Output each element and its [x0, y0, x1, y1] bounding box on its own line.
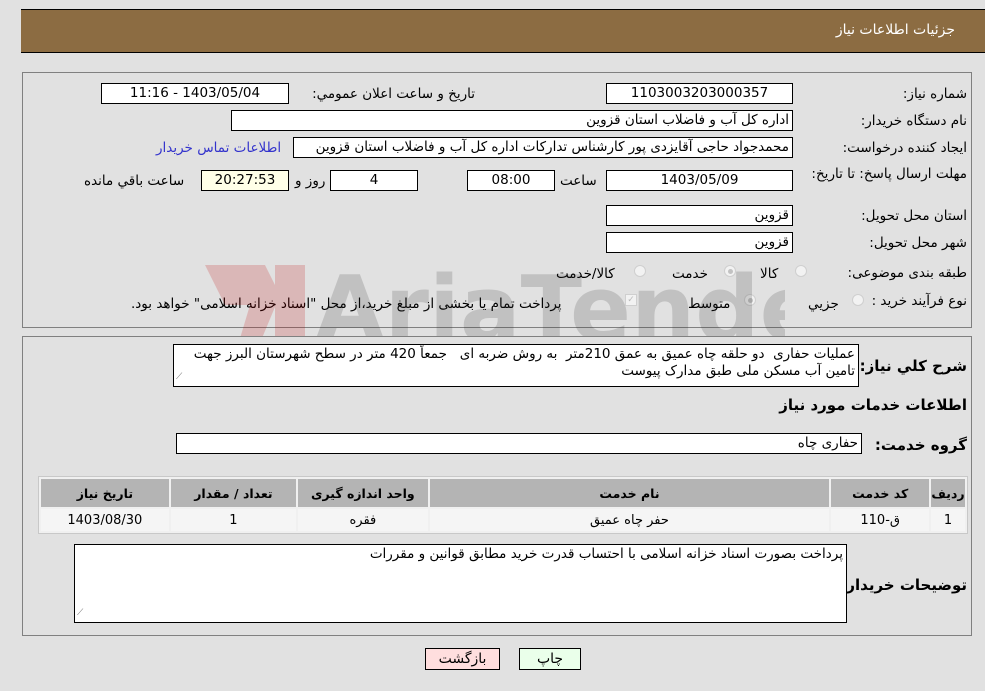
- cell-row-number: 1: [931, 509, 965, 531]
- col-unit: واحد اندازه گیری: [298, 479, 428, 507]
- deadline-label: مهلت ارسال پاسخ: تا تاریخ:: [811, 166, 967, 182]
- category-radio-goods[interactable]: [795, 265, 807, 277]
- deadline-date-field: 1403/05/09: [606, 170, 793, 191]
- purchase-type-label: نوع فرآیند خرید :: [871, 293, 967, 309]
- cell-quantity: 1: [170, 509, 297, 531]
- purchase-radio-medium[interactable]: [744, 294, 756, 306]
- creator-label: ایجاد کننده درخواست:: [842, 140, 967, 156]
- province-field: قزوین: [606, 205, 793, 226]
- back-button[interactable]: بازگشت: [425, 648, 500, 670]
- deadline-time-field: 08:00: [467, 170, 555, 191]
- page-header: جزئیات اطلاعات نیاز: [21, 9, 985, 53]
- category-option-goods: کالا: [760, 266, 779, 282]
- category-radio-service[interactable]: [724, 265, 736, 277]
- description-textarea[interactable]: عملیات حفاری دو حلقه چاه عمیق به عمق 210…: [173, 344, 859, 387]
- province-label: استان محل تحویل:: [861, 208, 967, 224]
- service-group-label: گروه خدمت:: [874, 436, 967, 454]
- services-section-title: اطلاعات خدمات مورد نیاز: [779, 396, 967, 414]
- category-label: طبقه بندی موضوعی:: [847, 265, 967, 281]
- purchase-option-small: جزیي: [808, 296, 839, 312]
- purchase-option-medium: متوسط: [688, 296, 731, 312]
- buyer-notes-label: توضیحات خریدار:: [840, 576, 967, 594]
- print-button[interactable]: چاپ: [519, 648, 581, 670]
- services-table: ردیف کد خدمت نام خدمت واحد اندازه گیری ت…: [38, 476, 968, 534]
- remaining-days-field: 4: [330, 170, 418, 191]
- need-number-field: 1103003203000357: [606, 83, 793, 104]
- days-label: روز و: [295, 173, 326, 189]
- treasury-checkbox[interactable]: ✓: [625, 294, 637, 306]
- city-label: شهر محل تحویل:: [869, 235, 967, 251]
- col-row-number: ردیف: [931, 479, 965, 507]
- resize-grip-icon[interactable]: ⟋: [77, 608, 83, 618]
- announce-date-label: تاریخ و ساعت اعلان عمومي:: [312, 86, 475, 102]
- cell-service-name: حفر چاه عمیق: [429, 509, 830, 531]
- need-number-label: شماره نیاز:: [902, 86, 967, 102]
- service-group-field: حفاری چاه: [176, 433, 862, 454]
- buyer-org-label: نام دستگاه خریدار:: [860, 113, 967, 129]
- col-quantity: تعداد / مقدار: [170, 479, 297, 507]
- buyer-notes-textarea[interactable]: پرداخت بصورت اسناد خزانه اسلامی با احتسا…: [74, 544, 847, 623]
- cell-service-code: ق-110: [831, 509, 930, 531]
- remaining-label: ساعت باقي مانده: [84, 173, 185, 189]
- col-need-date: تاریخ نیاز: [41, 479, 169, 507]
- category-option-service: خدمت: [672, 266, 708, 282]
- category-option-goods-service: کالا/خدمت: [556, 266, 615, 282]
- table-header-row: ردیف کد خدمت نام خدمت واحد اندازه گیری ت…: [41, 479, 965, 507]
- creator-field: محمدجواد حاجی آقایزدی پور کارشناس تدارکا…: [293, 137, 793, 158]
- remaining-time-field: 20:27:53: [201, 170, 289, 191]
- announce-date-field: 1403/05/04 - 11:16: [101, 83, 289, 104]
- resize-grip-icon[interactable]: ⟋: [176, 372, 182, 382]
- cell-unit: فقره: [298, 509, 428, 531]
- purchase-radio-small[interactable]: [852, 294, 864, 306]
- buyer-org-field: اداره کل آب و فاضلاب استان قزوین: [231, 110, 793, 131]
- city-field: قزوین: [606, 232, 793, 253]
- deadline-time-label: ساعت: [560, 173, 597, 189]
- cell-need-date: 1403/08/30: [41, 509, 169, 531]
- category-radio-goods-service[interactable]: [634, 265, 646, 277]
- description-label: شرح کلي نیاز:: [859, 357, 967, 375]
- buyer-contact-link[interactable]: اطلاعات تماس خریدار: [156, 140, 281, 156]
- table-row: 1 ق-110 حفر چاه عمیق فقره 1 1403/08/30: [41, 509, 965, 531]
- treasury-note: پرداخت تمام یا بخشی از مبلغ خرید،از محل …: [131, 296, 562, 312]
- page-title: جزئیات اطلاعات نیاز: [835, 22, 955, 38]
- col-service-name: نام خدمت: [429, 479, 830, 507]
- col-service-code: کد خدمت: [831, 479, 930, 507]
